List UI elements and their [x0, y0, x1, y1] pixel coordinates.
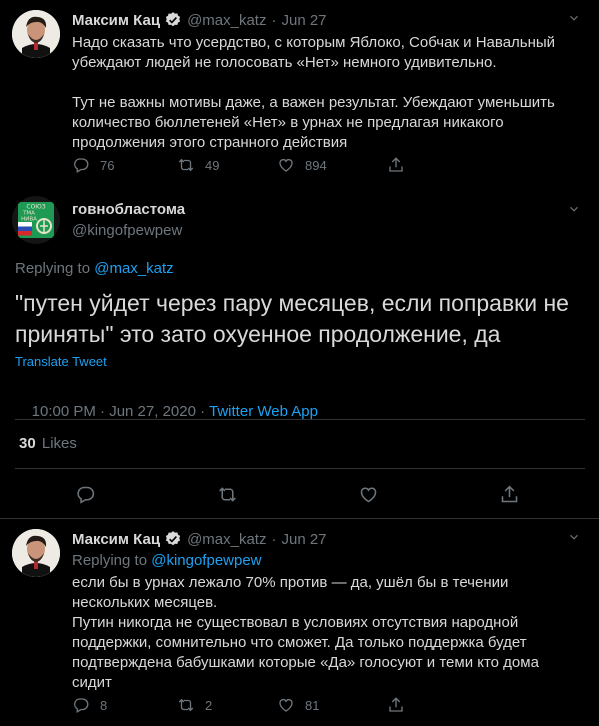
replying-to-label: Replying to	[15, 260, 95, 277]
like-button[interactable]: 894	[277, 156, 377, 174]
tweet-text: "путен уйдет через пару месяцев, если по…	[15, 290, 569, 347]
verified-icon	[164, 530, 182, 548]
reply-icon[interactable]	[75, 484, 96, 505]
share-icon	[387, 156, 405, 174]
reply-button[interactable]: 8	[72, 696, 172, 714]
tweet-main: СОЮЗ ТМА НИВА говнобластома @kingofpewpe…	[0, 182, 599, 518]
likes-stat-count: 30	[19, 435, 36, 452]
tweet-text: Надо сказать что усердство, с которым Яб…	[72, 34, 556, 151]
replying-to: Replying to @max_katz	[15, 260, 174, 277]
reply-button[interactable]: 76	[72, 156, 172, 174]
like-icon	[277, 156, 295, 174]
retweet-icon	[177, 696, 195, 714]
like-button[interactable]: 81	[277, 696, 377, 714]
avatar-max-katz[interactable]	[12, 529, 60, 577]
author-name[interactable]: Максим Кац	[72, 12, 160, 29]
reply-icon	[72, 696, 90, 714]
translate-tweet-link[interactable]: Translate Tweet	[15, 354, 107, 369]
tweet-parent[interactable]: Максим Кац @max_katz · Jun 27 Надо сказа…	[0, 0, 599, 182]
tweet-source-link[interactable]: Twitter Web App	[209, 403, 318, 420]
tweet-timestamp[interactable]: 10:00 PM · Jun 27, 2020 ·	[32, 403, 209, 420]
divider	[15, 468, 585, 469]
like-count: 894	[305, 157, 327, 173]
share-button[interactable]	[387, 696, 417, 714]
avatar-badge-line3: НИВА	[21, 217, 37, 223]
reply-count: 76	[100, 157, 115, 173]
author-handle[interactable]: @kingofpewpew	[72, 222, 182, 239]
retweet-count: 2	[205, 697, 213, 713]
chevron-down-icon[interactable]	[567, 202, 581, 216]
like-icon[interactable]	[358, 484, 379, 505]
retweet-count: 49	[205, 157, 220, 173]
tweet-date[interactable]: Jun 27	[281, 12, 326, 29]
avatar-badge-line1: СОЮЗ	[26, 204, 45, 211]
replying-to-link[interactable]: @kingofpewpew	[151, 552, 261, 569]
author-name[interactable]: Максим Кац	[72, 531, 160, 548]
likes-stat-label: Likes	[41, 435, 77, 452]
reply-count: 8	[100, 697, 108, 713]
tweet-reply[interactable]: Максим Кац @max_katz · Jun 27 Replying t…	[0, 519, 599, 726]
tweet-timestamp-row: 10:00 PM · Jun 27, 2020 · Twitter Web Ap…	[15, 386, 318, 437]
share-icon[interactable]	[499, 484, 520, 505]
share-button[interactable]	[387, 156, 417, 174]
share-icon	[387, 696, 405, 714]
retweet-icon[interactable]	[217, 484, 238, 505]
reply-icon	[72, 156, 90, 174]
retweet-button[interactable]: 2	[177, 696, 277, 714]
avatar-max-katz[interactable]	[12, 10, 60, 58]
separator-dot: ·	[271, 530, 277, 548]
author-handle[interactable]: @max_katz	[187, 12, 266, 29]
main-actions	[0, 482, 599, 506]
divider	[15, 419, 585, 420]
chevron-down-icon[interactable]	[567, 530, 581, 544]
chevron-down-icon[interactable]	[567, 11, 581, 25]
avatar-kingofpewpew[interactable]: СОЮЗ ТМА НИВА	[12, 196, 60, 244]
replying-to-label: Replying to	[72, 552, 152, 569]
verified-icon	[164, 11, 182, 29]
separator-dot: ·	[271, 11, 277, 29]
like-count: 81	[305, 697, 320, 713]
author-handle[interactable]: @max_katz	[187, 531, 266, 548]
tweet-date[interactable]: Jun 27	[281, 531, 326, 548]
retweet-icon	[177, 156, 195, 174]
like-icon	[277, 696, 295, 714]
author-name[interactable]: говнобластома	[72, 201, 185, 218]
likes-stat[interactable]: 30 Likes	[19, 435, 77, 452]
replying-to-link[interactable]: @max_katz	[94, 260, 173, 277]
replying-to: Replying to @kingofpewpew	[72, 552, 262, 569]
retweet-button[interactable]: 49	[177, 156, 277, 174]
tweet-text: если бы в урнах лежало 70% против — да, …	[72, 574, 539, 691]
